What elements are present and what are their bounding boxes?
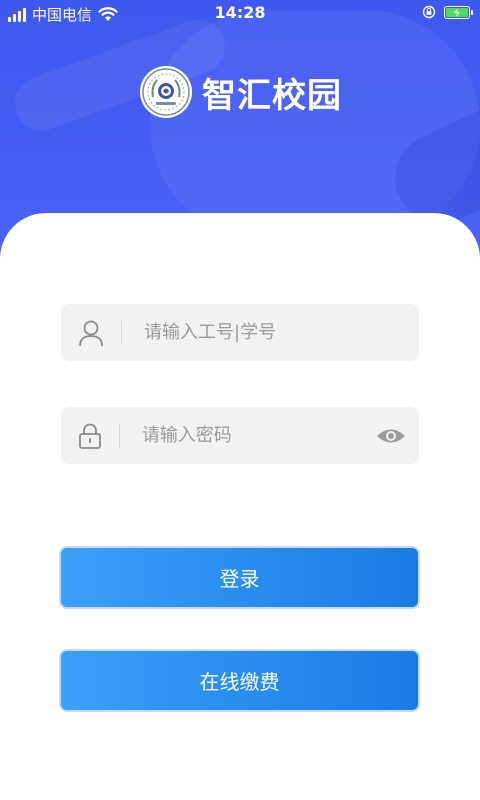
online-payment-button[interactable]: 在线缴费 xyxy=(59,649,420,712)
username-field xyxy=(61,304,419,361)
login-button[interactable]: 登录 xyxy=(59,546,420,609)
status-bar: 中国电信 14:28 xyxy=(0,0,480,28)
username-input[interactable] xyxy=(144,312,419,353)
app-logo: 智汇校园 xyxy=(140,66,342,118)
user-icon xyxy=(61,304,121,361)
password-field xyxy=(61,407,419,464)
rotation-lock-icon xyxy=(422,5,436,19)
battery-charging-icon xyxy=(444,5,473,19)
status-right xyxy=(422,5,473,19)
field-divider xyxy=(121,320,122,345)
password-input[interactable] xyxy=(141,415,367,456)
app-name: 智汇校园 xyxy=(202,75,342,116)
status-time: 14:28 xyxy=(214,3,266,22)
eye-icon[interactable] xyxy=(367,407,415,464)
lock-icon xyxy=(61,407,119,464)
field-divider xyxy=(118,423,120,448)
school-seal-icon xyxy=(140,66,192,118)
